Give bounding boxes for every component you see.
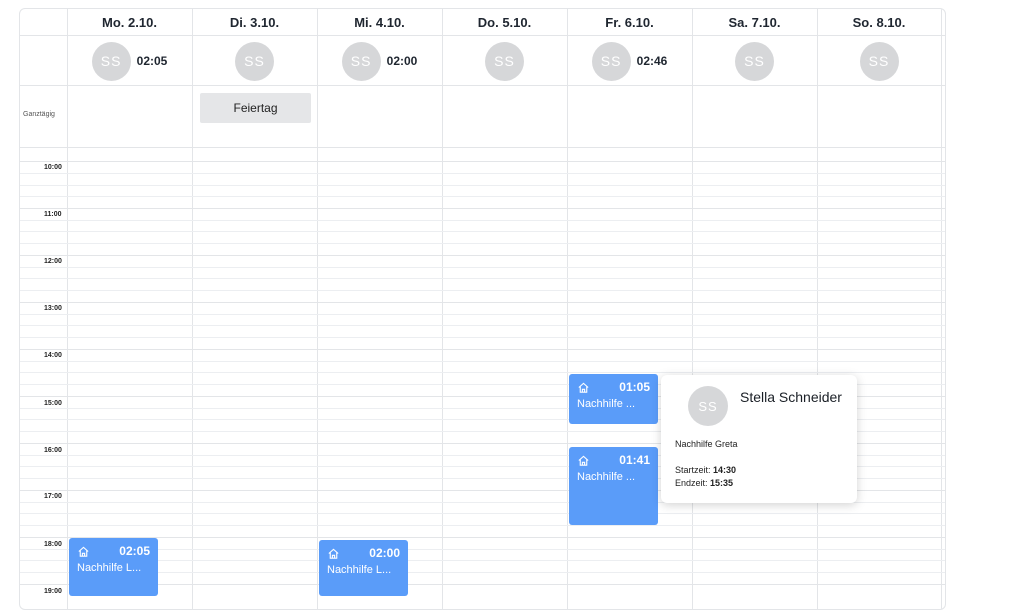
event-title: Nachhilfe ... (577, 398, 636, 410)
quarter-line (20, 549, 945, 550)
quarter-line (20, 513, 945, 514)
col-divider (567, 9, 568, 609)
day-header-tue[interactable]: Di. 3.10. (192, 9, 317, 36)
event-card[interactable]: 02:05 Nachhilfe L... (69, 538, 158, 596)
col-divider (817, 9, 818, 609)
start-value: 14:30 (713, 465, 737, 475)
col-divider (692, 9, 693, 609)
hour-line (20, 584, 945, 585)
event-card[interactable]: 02:00 Nachhilfe L... (319, 540, 408, 596)
event-card[interactable]: 01:05 Nachhilfe ... (569, 374, 658, 424)
day-summary-wed[interactable]: SS 02:00 (317, 41, 442, 81)
event-duration: 01:05 (619, 380, 650, 394)
day-summary-sun[interactable]: SS (817, 41, 941, 81)
day-total-time: 02:00 (386, 54, 418, 68)
quarter-line (20, 361, 945, 362)
quarter-line (20, 572, 945, 573)
day-header-fri[interactable]: Fr. 6.10. (567, 9, 692, 36)
hour-line (20, 255, 945, 256)
event-title: Nachhilfe ... (577, 471, 636, 483)
hour-label: 13:00 (44, 305, 62, 312)
day-header-mon[interactable]: Mo. 2.10. (67, 9, 192, 36)
hour-label: 15:00 (44, 400, 62, 407)
col-divider (317, 9, 318, 609)
hour-label: 19:00 (44, 588, 62, 595)
home-icon (328, 548, 339, 559)
hour-line (20, 302, 945, 303)
hour-label: 12:00 (44, 258, 62, 265)
quarter-line (20, 325, 945, 326)
day-header-thu[interactable]: Do. 5.10. (442, 9, 567, 36)
course-name: Nachhilfe Greta (675, 439, 738, 449)
home-icon (578, 382, 589, 393)
col-divider (67, 9, 68, 609)
hour-label: 11:00 (44, 211, 62, 218)
day-summary-mon[interactable]: SS 02:05 (67, 41, 192, 81)
day-summary-sat[interactable]: SS (692, 41, 817, 81)
event-title: Nachhilfe L... (77, 562, 142, 574)
quarter-line (20, 314, 945, 315)
day-summary-thu[interactable]: SS (442, 41, 567, 81)
allday-label: Ganztägig (23, 111, 55, 118)
event-card[interactable]: 01:41 Nachhilfe ... (569, 447, 658, 525)
quarter-line (20, 243, 945, 244)
quarter-line (20, 196, 945, 197)
event-detail-popover: SS Stella Schneider Nachhilfe Greta Star… (661, 375, 857, 503)
quarter-line (20, 231, 945, 232)
quarter-line (20, 173, 945, 174)
day-summary-tue[interactable]: SS (192, 41, 317, 81)
start-time: Startzeit: 14:30 (675, 465, 736, 475)
hour-label: 18:00 (44, 541, 62, 548)
event-duration: 02:00 (369, 546, 400, 560)
home-icon (578, 455, 589, 466)
quarter-line (20, 185, 945, 186)
hour-label: 14:00 (44, 352, 62, 359)
quarter-line (20, 220, 945, 221)
hour-label: 17:00 (44, 493, 62, 500)
quarter-line (20, 337, 945, 338)
header-divider (20, 85, 945, 86)
hour-label: 16:00 (44, 447, 62, 454)
quarter-line (20, 372, 945, 373)
avatar: SS (735, 41, 774, 81)
day-header-sat[interactable]: Sa. 7.10. (692, 9, 817, 36)
avatar: SS (341, 41, 381, 81)
day-header-sun[interactable]: So. 8.10. (817, 9, 941, 36)
hour-label: 10:00 (44, 164, 62, 171)
day-total-time: 02:46 (636, 54, 668, 68)
avatar: SS (688, 386, 728, 426)
avatar: SS (235, 41, 274, 81)
col-divider (192, 9, 193, 609)
quarter-line (20, 560, 945, 561)
holiday-event[interactable]: Feiertag (200, 93, 311, 123)
quarter-line (20, 267, 945, 268)
quarter-line (20, 278, 945, 279)
day-total-time: 02:05 (136, 54, 168, 68)
avatar: SS (591, 41, 631, 81)
quarter-line (20, 525, 945, 526)
end-time: Endzeit: 15:35 (675, 478, 733, 488)
start-label: Startzeit: (675, 465, 711, 475)
event-duration: 01:41 (619, 453, 650, 467)
event-duration: 02:05 (119, 544, 150, 558)
week-calendar: Mo. 2.10. Di. 3.10. Mi. 4.10. Do. 5.10. … (19, 8, 946, 610)
col-divider (941, 9, 942, 609)
student-name: Stella Schneider (740, 389, 842, 405)
hour-line (20, 161, 945, 162)
end-label: Endzeit: (675, 478, 708, 488)
hour-line (20, 537, 945, 538)
avatar: SS (91, 41, 131, 81)
avatar: SS (859, 41, 899, 81)
hour-line (20, 349, 945, 350)
day-summary-fri[interactable]: SS 02:46 (567, 41, 692, 81)
col-divider (442, 9, 443, 609)
day-header-wed[interactable]: Mi. 4.10. (317, 9, 442, 36)
end-value: 15:35 (710, 478, 734, 488)
avatar: SS (485, 41, 524, 81)
quarter-line (20, 290, 945, 291)
event-title: Nachhilfe L... (327, 564, 392, 576)
allday-divider (20, 147, 945, 148)
hour-line (20, 208, 945, 209)
home-icon (78, 546, 89, 557)
